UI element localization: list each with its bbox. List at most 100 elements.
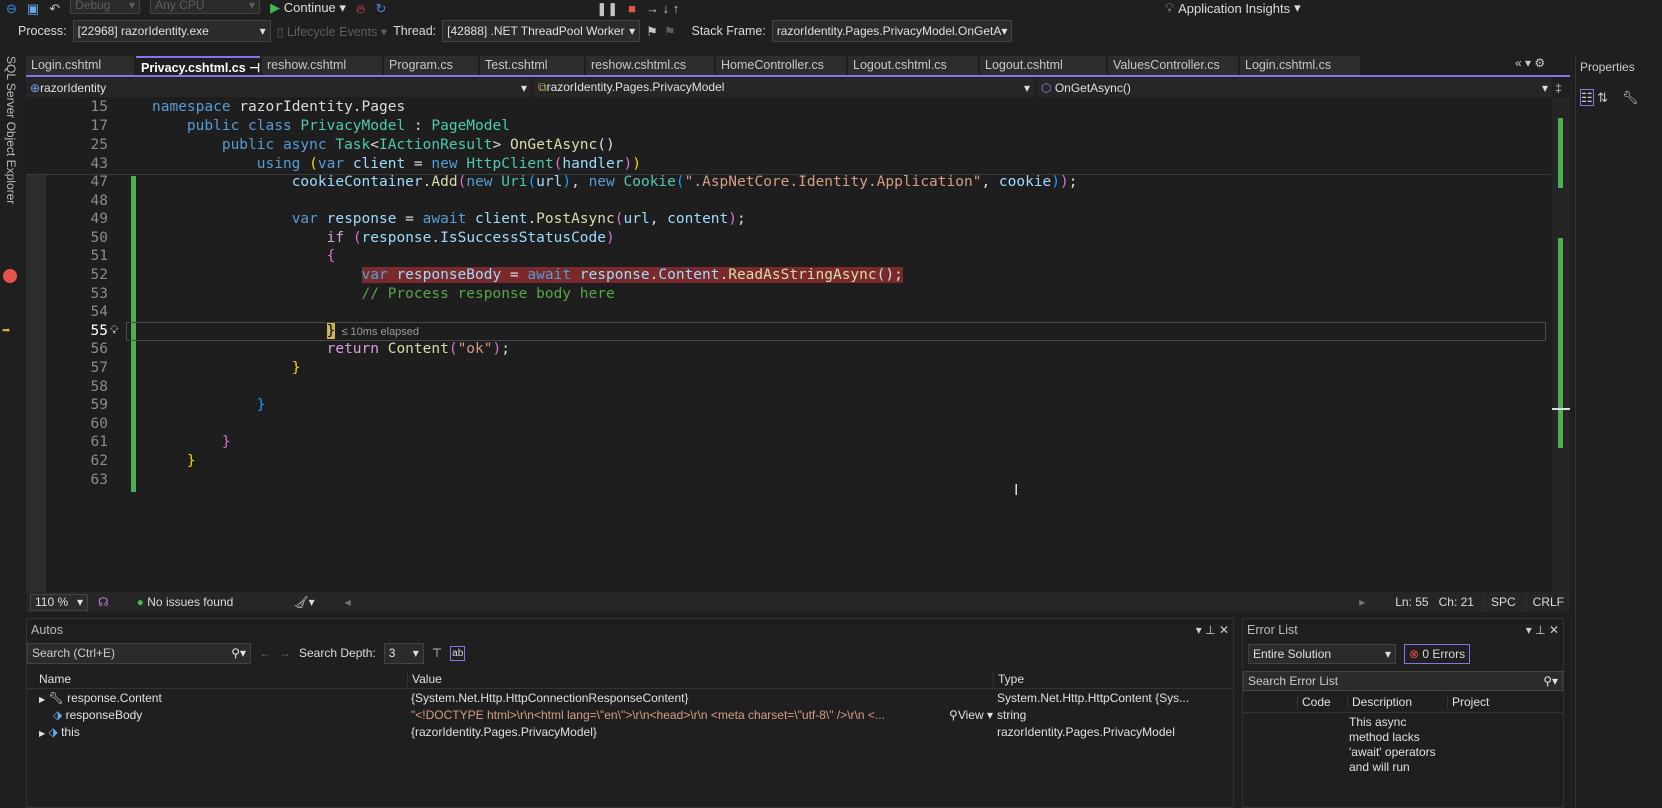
thread-dropdown[interactable]: [42888] .NET ThreadPool Worker ▾	[442, 20, 641, 42]
col-description[interactable]: Description	[1347, 694, 1447, 709]
process-dropdown[interactable]: [22968] razorIdentity.exe ▾	[72, 20, 271, 42]
code-line[interactable]: var response = await client.PostAsync(ur…	[152, 211, 746, 227]
row-name: responseBody	[65, 707, 143, 722]
pause-icon[interactable]: ❚❚	[596, 2, 618, 15]
back-arrow-icon[interactable]: ←	[259, 646, 271, 660]
continue-button[interactable]: ▶ Continue ▾	[270, 0, 346, 16]
hot-reload-icon[interactable]: 🔥︎	[356, 2, 366, 15]
code-line[interactable]: namespace razorIdentity.Pages	[152, 99, 405, 115]
vertical-scrollbar[interactable]	[1552, 98, 1570, 598]
autos-search-input[interactable]: Search (Ctrl+E) ⚲▾	[27, 642, 251, 664]
tab-overflow-controls[interactable]: « ▾ ⚙	[1515, 56, 1545, 70]
tab-test-cshtml[interactable]: Test.cshtml	[480, 56, 584, 75]
app-insights-button[interactable]: 💡︎ Application Insights ▾	[1165, 0, 1301, 16]
col-name[interactable]: Name	[27, 672, 407, 686]
code-token: responseBody	[396, 267, 502, 283]
current-statement-arrow-icon[interactable]: ➡	[2, 323, 10, 339]
sql-server-object-explorer-tab[interactable]: SQL Server Object Explorer	[0, 52, 24, 204]
restart-icon[interactable]: ↻	[375, 2, 386, 15]
search-icon[interactable]: ⚲▾	[1543, 674, 1558, 688]
code-line[interactable]: cookieContainer.Add(new Uri(url), new Co…	[152, 174, 1078, 190]
stop-icon[interactable]: ■	[628, 2, 636, 15]
code-line[interactable]: }	[152, 434, 231, 450]
breakpoint-icon[interactable]	[3, 269, 17, 283]
flag-icon[interactable]: ⚑	[646, 25, 658, 38]
search-icon[interactable]: ⚲▾	[231, 646, 246, 660]
flag-threads-icon[interactable]: ⚑	[664, 25, 676, 38]
col-code[interactable]: Code	[1297, 694, 1347, 709]
errors-filter-button[interactable]: ⊗ 0 Errors	[1404, 644, 1471, 664]
undo-icon[interactable]: ↶	[49, 2, 60, 15]
categorized-icon[interactable]: ☷	[1580, 89, 1594, 106]
scroll-right-icon[interactable]: ▸	[1359, 595, 1365, 609]
hex-display-icon[interactable]: ab	[450, 645, 466, 661]
member-dropdown[interactable]: ⬡ OnGetAsync() ▾	[1037, 78, 1552, 97]
platform-dropdown[interactable]: Any CPU ▾	[150, 0, 261, 14]
col-project[interactable]: Project	[1447, 694, 1489, 709]
config-dropdown[interactable]: Debug ▾	[70, 0, 141, 14]
copilot-icon[interactable]: ☊	[98, 595, 109, 609]
scroll-left-icon[interactable]: ◂	[345, 595, 351, 609]
whitespace-mode[interactable]: SPC	[1483, 595, 1516, 609]
search-depth-dropdown[interactable]: 3 ▾	[383, 642, 424, 664]
code-line[interactable]: {	[152, 248, 336, 264]
code-line[interactable]: }	[152, 453, 196, 469]
scope-dropdown[interactable]: Entire Solution ▾	[1248, 644, 1396, 664]
forward-arrow-icon[interactable]: →	[279, 646, 291, 660]
pin-icon[interactable]: ⊤	[432, 646, 442, 660]
code-cleanup-icon[interactable]: 🧹︎▾	[293, 595, 314, 609]
code-line[interactable]: using (var client = new HttpClient(handl…	[152, 156, 641, 172]
tab-reshow-cshtml-cs[interactable]: reshow.cshtml.cs	[586, 56, 714, 75]
code-line[interactable]: return Content("ok");	[152, 341, 510, 357]
tab-login-cshtml-cs[interactable]: Login.cshtml.cs	[1240, 56, 1360, 75]
lifecycle-events-button[interactable]: ▯ Lifecycle Events ▾	[277, 24, 387, 39]
sort-az-icon[interactable]: ⇅	[1597, 90, 1608, 105]
code-line[interactable]: }	[152, 360, 301, 376]
tab-homecontroller-cs[interactable]: HomeController.cs	[716, 56, 846, 75]
tab-login-cshtml[interactable]: Login.cshtml	[26, 56, 134, 75]
code-line[interactable]: if (response.IsSuccessStatusCode)	[152, 230, 615, 246]
wrench-icon[interactable]: 🔧︎	[1622, 90, 1639, 105]
error-description[interactable]: This async method lacks 'await' operator…	[1349, 715, 1439, 775]
lightbulb-icon[interactable]: 💡︎	[110, 323, 118, 338]
autos-row[interactable]: ▶ ⬗ this {razorIdentity.Pages.PrivacyMod…	[27, 723, 1233, 740]
step-over-icon[interactable]: → ↓ ↑	[646, 2, 679, 15]
stack-frame-dropdown[interactable]: razorIdentity.Pages.PrivacyModel.OnGetA ▾	[771, 20, 1012, 42]
code-token: ,	[981, 174, 999, 190]
autos-window-controls[interactable]: ▾ ⊥ ✕	[1196, 623, 1229, 637]
code-token: PostAsync	[536, 211, 615, 228]
issues-indicator[interactable]: ● No issues found	[137, 595, 234, 609]
tab-reshow-cshtml[interactable]: reshow.cshtml	[262, 56, 382, 75]
back-nav-icon[interactable]: ⊖	[6, 2, 17, 15]
project-dropdown[interactable]: ⊕razorIdentity ▾	[26, 78, 531, 97]
line-number: 59	[90, 397, 108, 414]
code-line[interactable]: public class PrivacyModel : PageModel	[152, 118, 510, 134]
tab-privacy-cshtml-cs[interactable]: Privacy.cshtml.cs ⊣ ✕	[136, 56, 260, 75]
code-line[interactable]: // Process response body here	[152, 286, 615, 302]
code-line[interactable]: }	[152, 397, 266, 413]
autos-row[interactable]: ▶ 🔧︎ response.Content {System.Net.Http.H…	[27, 689, 1233, 706]
split-icon[interactable]: ‡	[1555, 81, 1562, 95]
save-icon[interactable]: ▣	[27, 2, 39, 15]
type-dropdown[interactable]: ⧉razorIdentity.Pages.PrivacyModel ▾	[534, 78, 1034, 97]
line-endings[interactable]: CRLF	[1525, 595, 1570, 609]
row-value: {razorIdentity.Pages.PrivacyModel}	[411, 724, 597, 739]
row-type: string	[997, 707, 1027, 722]
view-visualizer-button[interactable]: ⚲View ▾	[949, 708, 993, 722]
expand-icon[interactable]: ▶	[39, 729, 45, 738]
tab-valuescontroller-cs[interactable]: ValuesController.cs	[1108, 56, 1238, 75]
tab-program-cs[interactable]: Program.cs	[384, 56, 478, 75]
tab-logout-cshtml[interactable]: Logout.cshtml	[980, 56, 1106, 75]
col-type[interactable]: Type	[993, 671, 1024, 686]
expand-icon[interactable]: ▶	[39, 695, 45, 704]
tab-logout-cshtml-cs[interactable]: Logout.cshtml.cs	[848, 56, 978, 75]
code-line[interactable]: var responseBody = await response.Conten…	[152, 267, 903, 283]
zoom-dropdown[interactable]: 110 % ▾	[30, 593, 88, 611]
code-line[interactable]: public async Task<IActionResult> OnGetAs…	[152, 137, 615, 153]
autos-row[interactable]: ⬗ responseBody "<!DOCTYPE html>\r\n<html…	[27, 706, 1233, 723]
type-value: razorIdentity.Pages.PrivacyModel	[546, 80, 725, 94]
col-value[interactable]: Value	[407, 671, 993, 686]
error-list-window-controls[interactable]: ▾ ⊥ ✕	[1526, 623, 1559, 637]
error-search-input[interactable]: Search Error List ⚲▾	[1243, 671, 1563, 691]
